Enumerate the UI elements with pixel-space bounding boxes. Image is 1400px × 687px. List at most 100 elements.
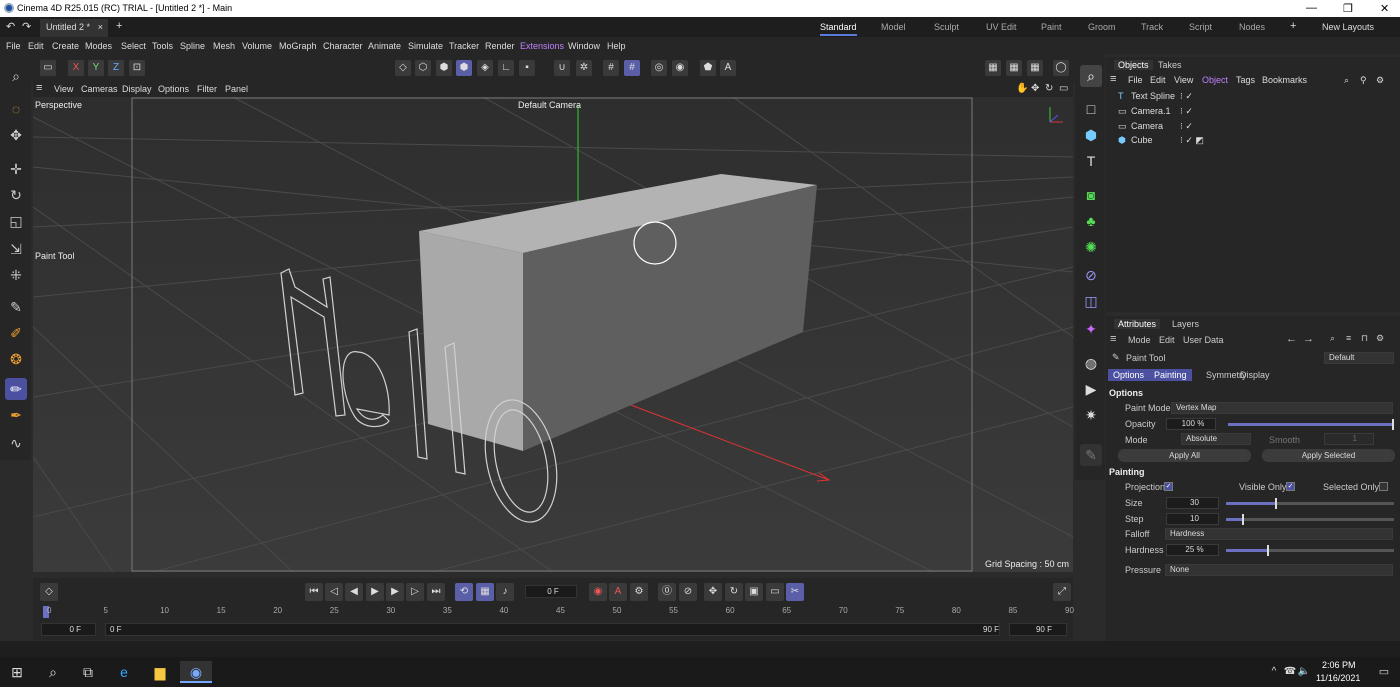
- goto-start-button[interactable]: ⏮: [305, 583, 323, 601]
- animation-mode-icon[interactable]: ▦: [476, 583, 494, 601]
- objects-search-icon[interactable]: ⌕: [1344, 75, 1349, 86]
- attributes-menu-edit[interactable]: Edit: [1159, 335, 1175, 345]
- step-field[interactable]: 10: [1166, 513, 1219, 525]
- hardness-slider[interactable]: [1226, 545, 1394, 556]
- opacity-slider-handle[interactable]: [1392, 419, 1394, 430]
- apply-selected-button[interactable]: Apply Selected: [1262, 449, 1395, 462]
- transform-tool-icon[interactable]: ⇲: [5, 238, 27, 260]
- attributes-filter-icon[interactable]: ≡: [1346, 333, 1351, 343]
- knife-icon[interactable]: ✒: [5, 404, 27, 426]
- menu-select[interactable]: Select: [121, 41, 146, 51]
- paint-mode-dropdown[interactable]: Vertex Map: [1171, 402, 1393, 414]
- layout-paint[interactable]: Paint: [1041, 22, 1062, 32]
- objects-menu-bookmarks[interactable]: Bookmarks: [1262, 75, 1307, 85]
- field-icon[interactable]: ⊘: [1080, 264, 1102, 286]
- close-button[interactable]: ✕: [1380, 2, 1389, 15]
- render-region-icon[interactable]: ▦: [1027, 60, 1043, 76]
- object-mode-icon[interactable]: ⌕: [1080, 65, 1102, 87]
- apply-all-button[interactable]: Apply All: [1118, 449, 1251, 462]
- volume-icon[interactable]: 🔈: [1292, 661, 1316, 683]
- step-slider-handle[interactable]: [1241, 514, 1244, 525]
- menu-tracker[interactable]: Tracker: [449, 41, 479, 51]
- paint-icon[interactable]: ⬟: [700, 60, 716, 76]
- coord-system-icon[interactable]: ⊡: [129, 60, 145, 76]
- scale-tool-icon[interactable]: ◱: [5, 210, 27, 232]
- light-icon[interactable]: ✷: [1080, 404, 1102, 426]
- tab-attributes[interactable]: Attributes: [1114, 319, 1161, 329]
- lock-icon[interactable]: ⊓: [1361, 333, 1368, 344]
- sound-icon[interactable]: ♪: [496, 583, 514, 601]
- next-key-button[interactable]: ▷: [406, 583, 424, 601]
- step-slider[interactable]: [1226, 514, 1394, 525]
- square-icon[interactable]: □: [1080, 98, 1102, 120]
- attributes-menu-user-data[interactable]: User Data: [1183, 335, 1224, 345]
- prev-frame-button[interactable]: ◀: [345, 583, 363, 601]
- notifications-icon[interactable]: ▭: [1372, 661, 1396, 683]
- objects-settings-icon[interactable]: ⚙: [1376, 75, 1384, 86]
- axis-z-toggle[interactable]: Z: [108, 60, 124, 76]
- maximize-view-icon[interactable]: ▭: [1059, 83, 1068, 94]
- edges-mode-icon[interactable]: ⬡: [415, 60, 431, 76]
- menu-mograph[interactable]: MoGraph: [279, 41, 317, 51]
- new-tab-button[interactable]: +: [116, 20, 122, 32]
- objects-menu-edit[interactable]: Edit: [1150, 75, 1166, 85]
- axis-y-toggle[interactable]: Y: [88, 60, 104, 76]
- redo-icon[interactable]: ↷: [22, 20, 31, 33]
- viewport-menu-display[interactable]: Display: [122, 84, 152, 94]
- object-visibility-icon[interactable]: ⁝ ✓: [1180, 91, 1193, 102]
- mograph-icon[interactable]: ✦: [1080, 318, 1102, 340]
- move-view-icon[interactable]: ✥: [1031, 83, 1039, 94]
- render-settings-icon[interactable]: ◉: [672, 60, 688, 76]
- key-scale-icon[interactable]: ▣: [745, 583, 763, 601]
- object-visibility-icon[interactable]: ⁝ ✓: [1180, 106, 1193, 117]
- menu-create[interactable]: Create: [52, 41, 79, 51]
- tab-untitled-2[interactable]: Untitled 2 * ×: [40, 19, 108, 37]
- object-visibility-icon[interactable]: ⁝ ✓: [1180, 121, 1193, 132]
- text-icon[interactable]: T: [1080, 150, 1102, 172]
- attributes-hamburger-icon[interactable]: ≡: [1110, 333, 1116, 345]
- object-row-text-spline[interactable]: T Text Spline ⁝ ✓: [1118, 91, 1388, 105]
- snap-settings-icon[interactable]: ✲: [576, 60, 592, 76]
- pan-view-icon[interactable]: ✋: [1016, 83, 1028, 94]
- undo-icon[interactable]: ↶: [6, 20, 15, 33]
- clock-date[interactable]: 11/16/2021: [1316, 673, 1360, 683]
- move-tool-icon[interactable]: ✛: [5, 158, 27, 180]
- object-visibility-icon[interactable]: ⁝ ✓ ◩: [1180, 135, 1204, 146]
- loop-icon[interactable]: ⟲: [455, 583, 473, 601]
- camera-icon[interactable]: ▶: [1080, 378, 1102, 400]
- viewport-menu-cameras[interactable]: Cameras: [81, 84, 118, 94]
- viewport-menu-view[interactable]: View: [54, 84, 73, 94]
- 3d-viewport[interactable]: Perspective Default Camera Paint Tool Gr…: [33, 97, 1073, 572]
- render-view-icon[interactable]: ◎: [651, 60, 667, 76]
- uv-mode-icon[interactable]: ▪: [519, 60, 535, 76]
- pressure-dropdown[interactable]: None: [1165, 564, 1393, 576]
- visible-only-checkbox[interactable]: ✓: [1286, 482, 1295, 491]
- model-mode-icon[interactable]: ⬢: [456, 60, 472, 76]
- attribute-icon[interactable]: A: [720, 60, 736, 76]
- scene-settings-icon[interactable]: ✎: [1080, 444, 1102, 466]
- objects-menu-file[interactable]: File: [1128, 75, 1143, 85]
- taskbar-search-icon[interactable]: ⌕: [41, 661, 65, 683]
- volume-icon[interactable]: ◫: [1080, 290, 1102, 312]
- play-button[interactable]: ▶: [366, 583, 384, 601]
- points-mode-icon[interactable]: ◇: [395, 60, 411, 76]
- projection-checkbox[interactable]: ✓: [1164, 482, 1173, 491]
- start-frame-field[interactable]: 0 F: [41, 623, 96, 636]
- render-picture-icon[interactable]: ▦: [1006, 60, 1022, 76]
- key-rotate-icon[interactable]: ↻: [725, 583, 743, 601]
- key-pla-icon[interactable]: ✂: [786, 583, 804, 601]
- axis-mode-icon[interactable]: ∟: [498, 60, 514, 76]
- menu-spline[interactable]: Spline: [180, 41, 205, 51]
- paint-tool-icon[interactable]: ✏: [5, 378, 27, 400]
- viewport-menu-options[interactable]: Options: [158, 84, 189, 94]
- viewport-menu-panel[interactable]: Panel: [225, 84, 248, 94]
- interactive-render-icon[interactable]: ◯: [1053, 60, 1069, 76]
- snap-tool-icon[interactable]: ⁜: [5, 264, 27, 286]
- attributes-menu-mode[interactable]: Mode: [1128, 335, 1151, 345]
- menu-modes[interactable]: Modes: [85, 41, 112, 51]
- menu-tools[interactable]: Tools: [152, 41, 173, 51]
- prev-key-button[interactable]: ◁: [325, 583, 343, 601]
- tab-objects[interactable]: Objects: [1114, 60, 1153, 70]
- falloff-dropdown[interactable]: Hardness: [1165, 528, 1393, 540]
- objects-menu-tags[interactable]: Tags: [1236, 75, 1255, 85]
